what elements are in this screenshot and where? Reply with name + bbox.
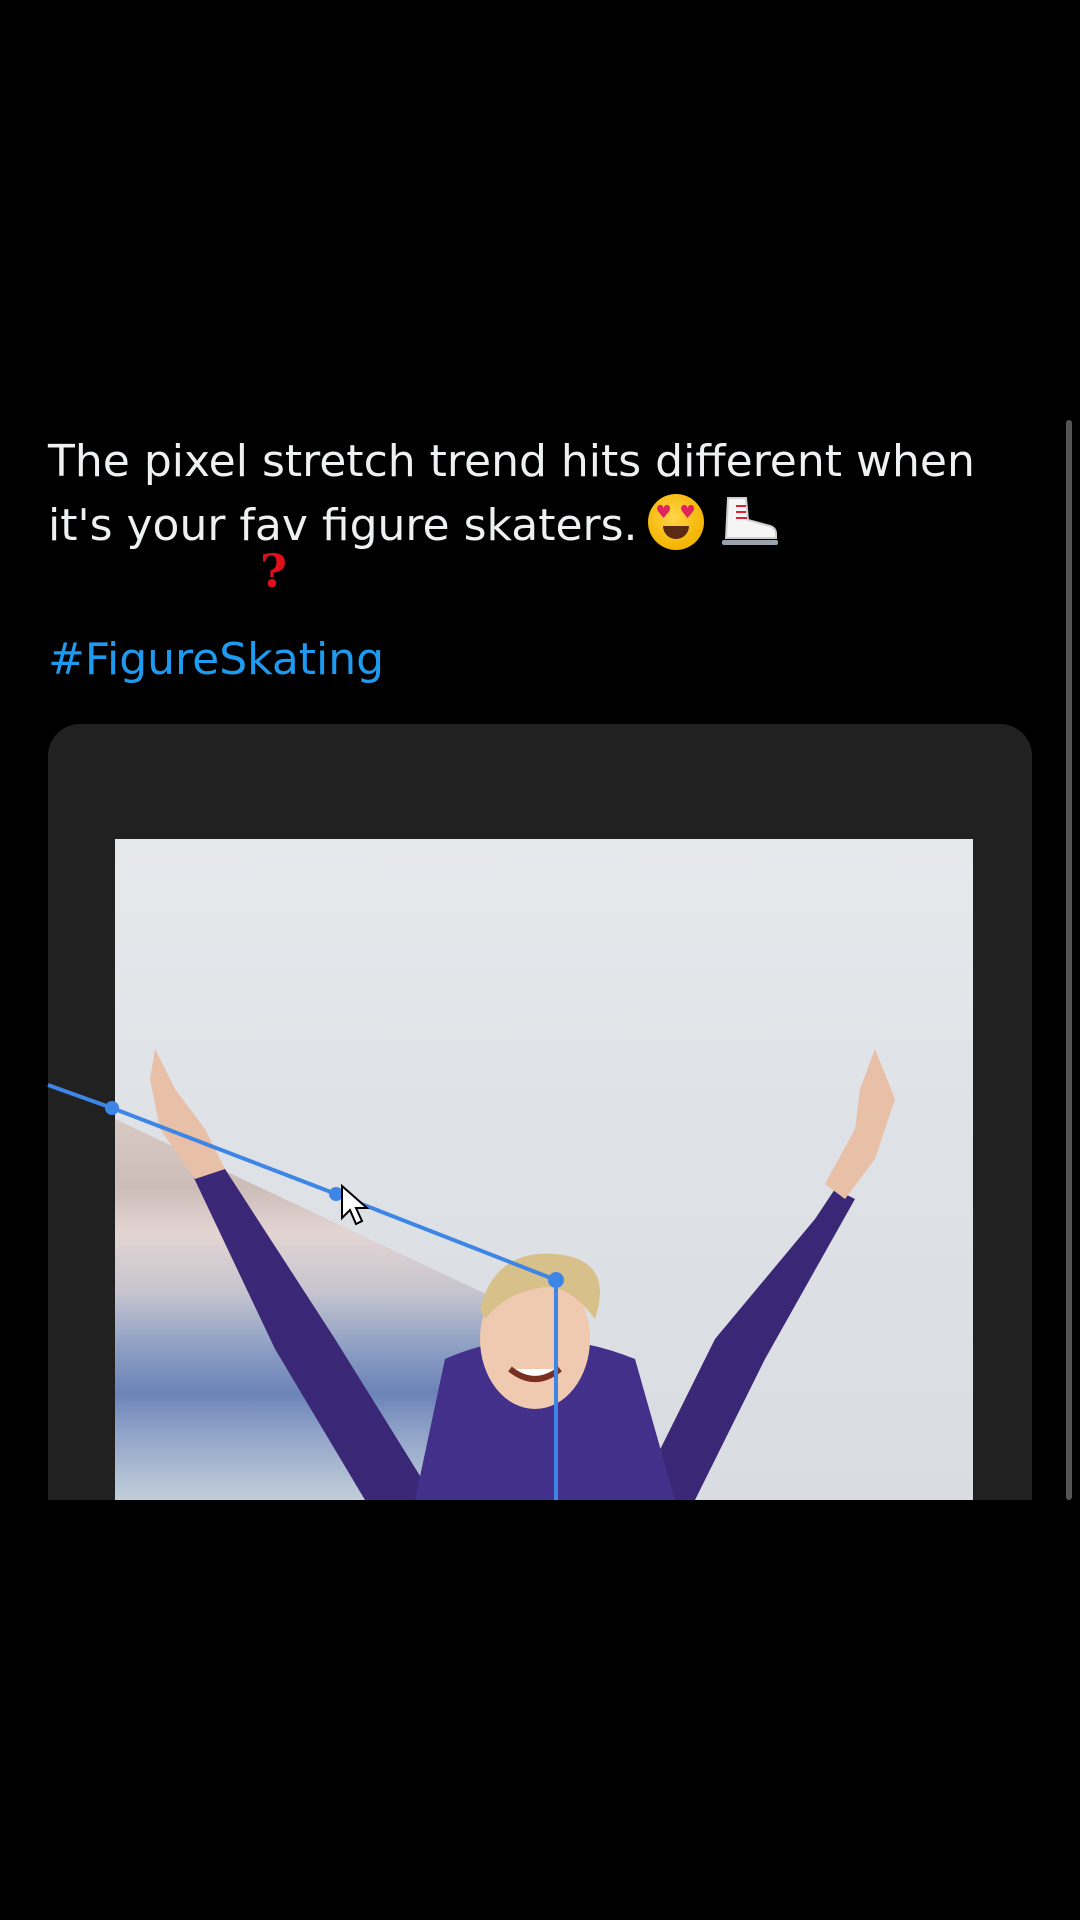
hashtag-link[interactable]: #FigureSkating bbox=[48, 632, 384, 688]
heart-eyes-emoji-icon: ♥ ♥ bbox=[647, 494, 704, 550]
post-text-line-2-text: it's your fav figure skaters. bbox=[48, 500, 638, 551]
media-card[interactable] bbox=[48, 724, 1032, 1500]
post-text-line-1: The pixel stretch trend hits different w… bbox=[48, 436, 975, 487]
annotation-question-mark: ? bbox=[260, 544, 287, 598]
skater-photo[interactable] bbox=[115, 839, 973, 1500]
ice-skate-emoji-icon bbox=[721, 497, 778, 545]
figure-skater-image bbox=[150, 1049, 895, 1500]
post-text: The pixel stretch trend hits different w… bbox=[48, 430, 988, 558]
scrollbar[interactable] bbox=[1066, 420, 1072, 1500]
post-text-line-2: it's your fav figure skaters. ♥ ♥ bbox=[48, 494, 988, 558]
